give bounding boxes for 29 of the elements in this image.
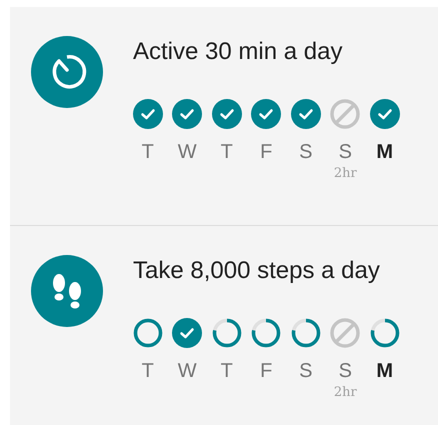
day-label: F [260, 359, 272, 383]
day-label: F [260, 140, 272, 164]
day-label: W [178, 140, 197, 164]
check-icon [251, 99, 282, 129]
check-icon [212, 99, 242, 129]
timer-icon [31, 36, 103, 108]
goal-title: Active 30 min a day [133, 37, 344, 67]
check-icon [132, 99, 163, 129]
day-label: T [220, 140, 233, 164]
check-icon [370, 99, 400, 129]
day-label: T [142, 140, 154, 164]
day-label: T [220, 359, 233, 383]
goal-title: Take 8,000 steps a day [133, 256, 381, 286]
check-icon [172, 318, 202, 348]
check-icon [172, 99, 202, 129]
day-label: M [376, 140, 394, 164]
footprints-icon [31, 255, 103, 327]
day-label: S [338, 359, 352, 383]
duration-note: 2hr [334, 384, 357, 402]
day-label: W [178, 359, 197, 383]
day-label: S [299, 140, 312, 164]
day-label: S [299, 359, 312, 383]
check-icon [290, 99, 321, 129]
day-label: S [338, 140, 352, 164]
day-label: M [376, 359, 394, 383]
day-label: T [142, 359, 154, 383]
prohibited-icon [330, 318, 360, 348]
prohibited-icon [330, 99, 360, 129]
duration-note: 2hr [334, 165, 357, 183]
